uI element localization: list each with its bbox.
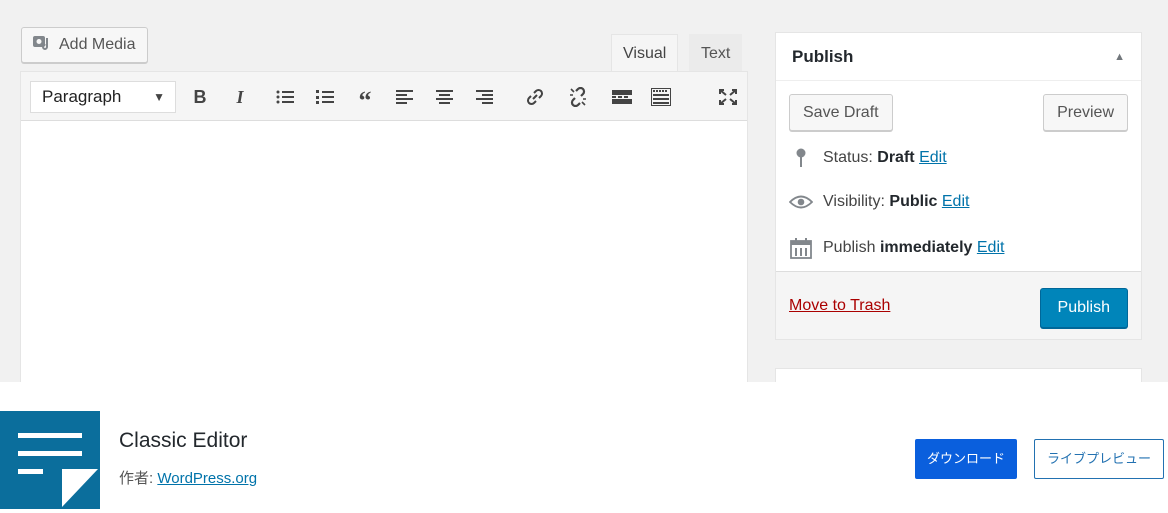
read-more-button[interactable] — [608, 84, 636, 110]
italic-icon: I — [236, 86, 244, 107]
publish-box-title: Publish — [792, 46, 854, 66]
status-edit-link[interactable]: Edit — [919, 149, 947, 166]
schedule-text: Publish immediately Edit — [823, 239, 1005, 256]
format-select[interactable]: Paragraph ▼ — [30, 81, 176, 113]
add-media-icon — [32, 34, 52, 57]
blockquote-icon: “ — [358, 86, 372, 115]
plugin-icon — [0, 411, 100, 509]
preview-button[interactable]: Preview — [1043, 94, 1128, 131]
move-to-trash-link[interactable]: Move to Trash — [789, 297, 890, 315]
italic-button[interactable]: I — [226, 84, 254, 110]
pin-icon — [789, 148, 813, 168]
toolbar-toggle-button[interactable] — [647, 84, 675, 110]
remove-link-icon — [570, 87, 586, 107]
publish-box-header[interactable]: Publish ▲ — [776, 33, 1141, 81]
plugin-author: 作者: WordPress.org — [119, 467, 257, 488]
visibility-row: Visibility: Public Edit — [789, 193, 969, 211]
insert-link-icon — [526, 88, 544, 106]
author-link[interactable]: WordPress.org — [157, 470, 257, 487]
editor-toolbar: Paragraph ▼ B I “ — [21, 72, 747, 121]
numbered-list-icon — [316, 90, 334, 104]
add-media-label: Add Media — [59, 36, 136, 53]
status-text: Status: Draft Edit — [823, 149, 947, 166]
live-preview-button[interactable]: ライブプレビュー — [1034, 439, 1165, 479]
read-more-icon — [612, 90, 632, 104]
blockquote-button[interactable]: “ — [351, 84, 379, 114]
bulleted-list-icon — [276, 90, 294, 104]
editor-screenshot-banner: Add Media Visual Text Paragraph ▼ B I “ — [0, 0, 1168, 382]
calendar-icon — [789, 237, 813, 259]
visibility-edit-link[interactable]: Edit — [942, 193, 970, 210]
download-button[interactable]: ダウンロード — [915, 439, 1018, 479]
align-right-button[interactable] — [471, 84, 499, 110]
align-center-icon — [436, 90, 453, 104]
publish-button[interactable]: Publish — [1039, 288, 1128, 328]
schedule-row: Publish immediately Edit — [789, 237, 1004, 259]
distraction-free-icon — [719, 89, 737, 105]
align-center-button[interactable] — [431, 84, 459, 110]
bold-icon: B — [193, 86, 207, 107]
align-left-icon — [396, 90, 413, 104]
status-row: Status: Draft Edit — [789, 148, 947, 168]
content-editor[interactable]: Paragraph ▼ B I “ — [20, 71, 748, 382]
format-select-value: Paragraph — [42, 87, 122, 106]
insert-link-button[interactable] — [521, 84, 549, 110]
tab-text[interactable]: Text — [689, 34, 743, 72]
bold-button[interactable]: B — [186, 84, 214, 110]
collapse-arrow-icon[interactable]: ▲ — [1114, 51, 1125, 63]
remove-link-button[interactable] — [564, 84, 592, 110]
numbered-list-button[interactable] — [311, 84, 339, 110]
secondary-meta-box — [775, 368, 1142, 382]
save-draft-button[interactable]: Save Draft — [789, 94, 893, 131]
eye-icon — [789, 195, 813, 209]
add-media-button[interactable]: Add Media — [21, 27, 148, 63]
distraction-free-button[interactable] — [714, 84, 742, 110]
align-left-button[interactable] — [391, 84, 419, 110]
align-right-icon — [476, 90, 493, 104]
plugin-name: Classic Editor — [119, 429, 248, 452]
chevron-down-icon: ▼ — [153, 90, 165, 104]
visibility-text: Visibility: Public Edit — [823, 193, 970, 210]
tab-visual[interactable]: Visual — [611, 34, 679, 72]
toolbar-toggle-icon — [651, 88, 671, 106]
publish-box: Publish ▲ Save Draft Preview Status: Dra… — [775, 32, 1142, 340]
schedule-edit-link[interactable]: Edit — [977, 239, 1005, 256]
publish-actions: Move to Trash Publish — [776, 271, 1141, 339]
bulleted-list-button[interactable] — [271, 84, 299, 110]
author-label: 作者: — [119, 470, 154, 487]
